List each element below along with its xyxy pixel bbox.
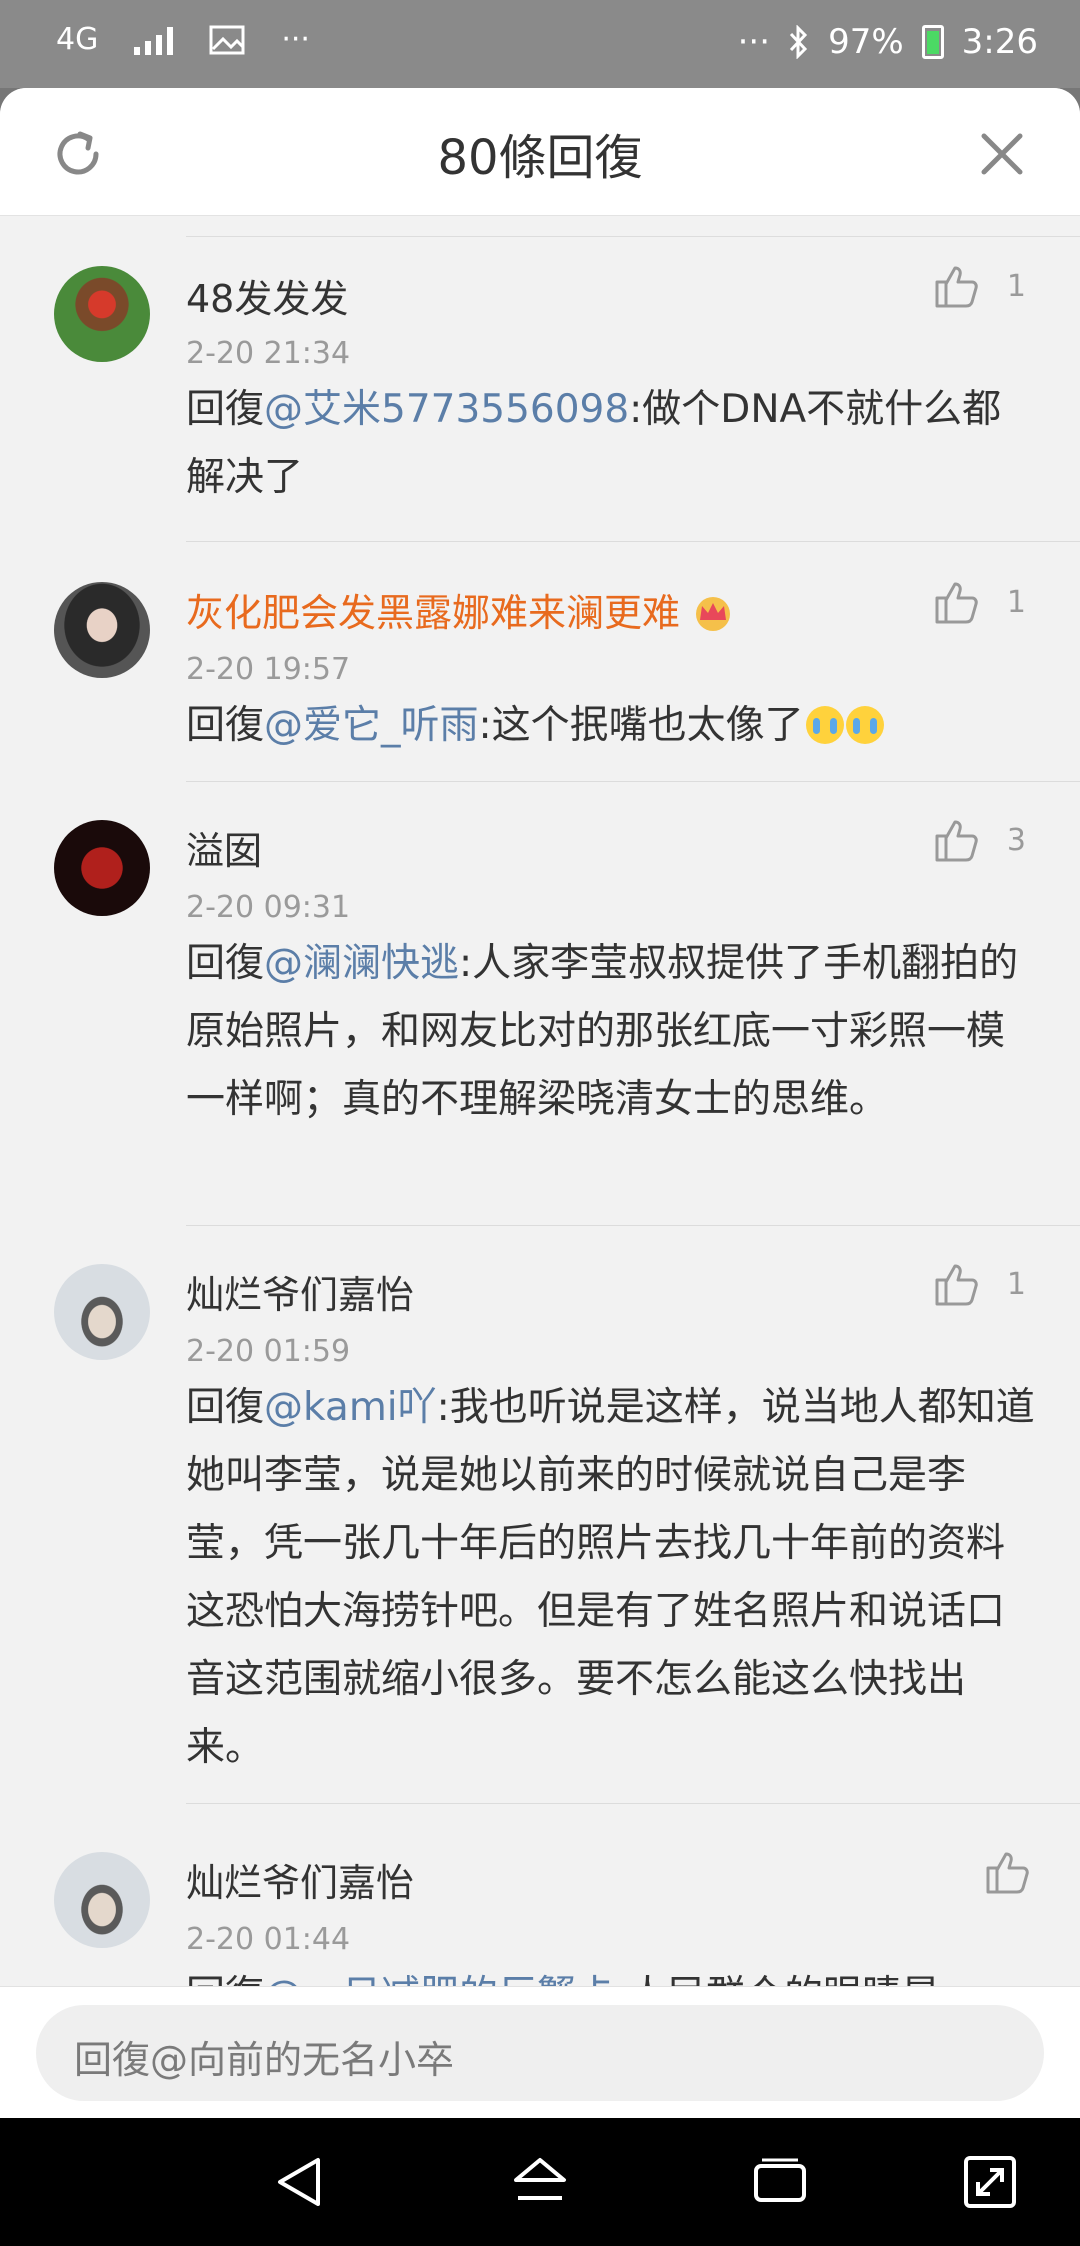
reply-input[interactable]: 回復@向前的无名小卒 [36,2005,1044,2101]
comment-author[interactable]: 灿烂爷们嘉怡 [186,1852,414,1907]
battery-icon [921,25,944,59]
comment-time: 2-20 01:44 [186,1922,351,1957]
back-triangle-icon[interactable] [270,2152,330,2212]
comment-author[interactable]: 灰化肥会发黑露娜难来澜更难 [186,582,736,637]
clock: 3:26 [961,22,1038,62]
crying-emoji-icon [845,706,884,744]
close-icon[interactable] [972,124,1032,184]
avatar[interactable] [54,582,150,678]
like-button[interactable]: 1 [933,578,1026,626]
reply-prefix: 回復 [186,1973,264,1986]
recents-icon[interactable] [750,2152,810,2212]
like-button[interactable]: 1 [933,262,1026,310]
signal-icon [134,25,174,55]
comment-time: 2-20 19:57 [186,652,351,687]
like-count: 1 [1006,1266,1026,1302]
reply-prefix: 回復 [186,941,265,986]
home-icon[interactable] [510,2152,570,2212]
like-count: 1 [1006,584,1026,620]
reply-prefix: 回復 [186,703,265,748]
thumbs-up-icon [935,582,978,624]
like-button[interactable] [984,1848,1058,1896]
comment-body: 回復@kami吖:我也听说是这样，说当地人都知道她叫李莹，说是她以前来的时候就说… [186,1374,1036,1782]
avatar[interactable] [54,266,150,362]
comment-list[interactable]: 48发发发 2-20 21:34 1 回復@艾米5773556098:做个DNA… [0,216,1080,1986]
comment-text: :这个抿嘴也太像了 [478,703,804,748]
comment-body: 回復@爱它_听雨:这个抿嘴也太像了 [186,692,1036,760]
crying-emoji-icon [805,706,844,744]
comment-item: 溢囡 2-20 09:31 3 回復@澜澜快逃:人家李莹叔叔提供了手机翻拍的原始… [0,782,1080,1226]
avatar[interactable] [54,820,150,916]
comment-item: 灿烂爷们嘉怡 2-20 01:59 1 回復@kami吖:我也听说是这样，说当地… [0,1226,1080,1804]
comment-time: 2-20 09:31 [186,890,351,925]
comment-author[interactable]: 48发发发 [186,268,348,323]
status-bar: 4G ··· ··· 97% 3:26 [0,0,1080,88]
vip-crown-icon [696,597,731,631]
more-status-icon: ··· [737,22,771,62]
replies-sheet: 80條回復 48发发发 2-20 21:34 1 回復@艾米5773556098… [0,88,1080,2118]
comment-author[interactable]: 溢囡 [186,820,262,875]
thumbs-up-icon [935,1264,978,1306]
mention-link[interactable]: @爱它_听雨 [264,703,479,748]
mention-link[interactable]: @一日减肥的巨蟹卡 [264,1973,615,1986]
comment-time: 2-20 01:59 [186,1334,351,1369]
mention-link[interactable]: @澜澜快逃 [264,941,459,986]
reply-prefix: 回復 [186,1385,265,1430]
thumbs-up-icon [935,820,978,862]
battery-percent: 97% [828,22,904,62]
like-button[interactable]: 1 [933,1260,1026,1308]
thumbs-up-icon [986,1852,1029,1894]
author-name: 灰化肥会发黑露娜难来澜更难 [186,591,681,635]
network-type-label: 4G [56,22,99,57]
like-count: 3 [1006,822,1026,858]
comment-text: :我也听说是这样，说当地人都知道她叫李莹，说是她以前来的时候就说自己是李莹，凭一… [186,1385,1035,1770]
comment-author[interactable]: 灿烂爷们嘉怡 [186,1264,414,1319]
like-count: 1 [1006,268,1026,304]
sheet-title: 80條回復 [437,130,643,186]
thumbs-up-icon [935,266,978,308]
comment-item: 灿烂爷们嘉怡 2-20 01:44 回復@一日减肥的巨蟹卡:人民群众的眼睛是 [0,1804,1080,1986]
sheet-header: 80條回復 [0,88,1080,216]
mention-link[interactable]: @kami吖 [264,1385,437,1430]
reply-prefix: 回復 [186,387,265,432]
system-nav-bar [0,2118,1080,2246]
comment-body: 回復@一日减肥的巨蟹卡:人民群众的眼睛是 [186,1962,1036,1986]
comment-body: 回復@澜澜快逃:人家李莹叔叔提供了手机翻拍的原始照片，和网友比对的那张红底一寸彩… [186,930,1036,1134]
comment-item: 48发发发 2-20 21:34 1 回復@艾米5773556098:做个DNA… [0,216,1080,542]
avatar[interactable] [54,1264,150,1360]
avatar[interactable] [54,1852,150,1948]
image-icon [209,25,245,54]
bluetooth-icon [789,25,808,59]
comment-time: 2-20 21:34 [186,336,351,371]
reply-bar: 回復@向前的无名小卒 [0,1986,1080,2118]
mention-link[interactable]: @艾米5773556098 [264,387,629,432]
comment-item: 灰化肥会发黑露娜难来澜更难 2-20 19:57 1 回復@爱它_听雨:这个抿嘴… [0,542,1080,782]
more-notifications-icon: ··· [281,22,310,57]
like-button[interactable]: 3 [933,816,1026,864]
expand-icon[interactable] [960,2152,1020,2212]
comment-text: :人民群众的眼睛是 [615,1973,940,1986]
comment-body: 回復@艾米5773556098:做个DNA不就什么都解决了 [186,376,1036,512]
